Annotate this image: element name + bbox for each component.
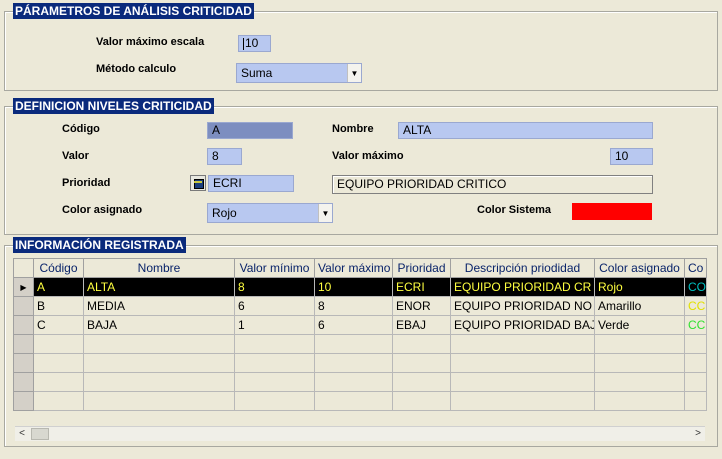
table-row-empty[interactable] bbox=[13, 391, 707, 411]
table-row[interactable]: ▶ A ALTA 8 10 ECRI EQUIPO PRIORIDAD CR R… bbox=[13, 277, 707, 297]
corner-cell bbox=[13, 258, 34, 278]
max-scale-input[interactable]: 10 bbox=[238, 35, 271, 52]
scroll-left-icon[interactable]: < bbox=[15, 427, 29, 441]
col-header-desc[interactable]: Descripción priodidad bbox=[450, 258, 595, 278]
col-header-color[interactable]: Color asignado bbox=[594, 258, 685, 278]
chevron-down-icon[interactable]: ▼ bbox=[318, 204, 332, 222]
horizontal-scrollbar[interactable]: < > bbox=[15, 426, 705, 441]
registry-legend: INFORMACIÓN REGISTRADA bbox=[13, 237, 186, 253]
code-label: Código bbox=[62, 123, 100, 135]
table-row[interactable]: B MEDIA 6 8 ENOR EQUIPO PRIORIDAD NO Ama… bbox=[13, 296, 707, 316]
col-header-max[interactable]: Valor máximo bbox=[314, 258, 393, 278]
table-row-empty[interactable] bbox=[13, 334, 707, 354]
color-select[interactable]: Rojo ▼ bbox=[207, 203, 333, 223]
chevron-down-icon[interactable]: ▼ bbox=[347, 64, 361, 82]
system-color-swatch[interactable] bbox=[572, 203, 652, 220]
max-value-label: Valor máximo bbox=[332, 150, 404, 162]
lookup-icon[interactable] bbox=[190, 175, 206, 191]
registry-table: Código Nombre Valor mínimo Valor máximo … bbox=[13, 258, 707, 411]
color-label: Color asignado bbox=[62, 204, 143, 216]
scroll-thumb[interactable] bbox=[31, 428, 49, 440]
priority-input[interactable]: ECRI bbox=[208, 175, 294, 192]
max-scale-label: Valor máximo escala bbox=[96, 36, 205, 48]
col-header-co[interactable]: Co bbox=[684, 258, 707, 278]
col-header-name[interactable]: Nombre bbox=[83, 258, 235, 278]
co-cell: CC bbox=[684, 296, 707, 316]
value-label: Valor bbox=[62, 150, 89, 162]
row-pointer-icon[interactable]: ▶ bbox=[13, 277, 34, 297]
method-label: Método calculo bbox=[96, 63, 177, 75]
scroll-right-icon[interactable]: > bbox=[691, 427, 705, 441]
max-value-input[interactable]: 10 bbox=[610, 148, 653, 165]
code-input[interactable]: A bbox=[207, 122, 293, 139]
params-legend: PÁRAMETROS DE ANÁLISIS CRITICIDAD bbox=[13, 3, 254, 19]
table-row-empty[interactable] bbox=[13, 372, 707, 392]
col-header-priority[interactable]: Prioridad bbox=[392, 258, 451, 278]
system-color-label: Color Sistema bbox=[477, 204, 551, 216]
co-cell: CO bbox=[684, 277, 707, 297]
priority-desc: EQUIPO PRIORIDAD CRITICO bbox=[332, 175, 653, 194]
priority-label: Prioridad bbox=[62, 177, 111, 189]
co-cell: CC bbox=[684, 315, 707, 335]
method-select[interactable]: Suma ▼ bbox=[236, 63, 362, 83]
name-input[interactable]: ALTA bbox=[398, 122, 653, 139]
col-header-code[interactable]: Código bbox=[33, 258, 84, 278]
table-header: Código Nombre Valor mínimo Valor máximo … bbox=[13, 258, 707, 278]
col-header-min[interactable]: Valor mínimo bbox=[234, 258, 315, 278]
table-row-empty[interactable] bbox=[13, 353, 707, 373]
table-row[interactable]: C BAJA 1 6 EBAJ EQUIPO PRIORIDAD BAJ Ver… bbox=[13, 315, 707, 335]
levels-legend: DEFINICION NIVELES CRITICIDAD bbox=[13, 98, 214, 114]
name-label: Nombre bbox=[332, 123, 374, 135]
value-input[interactable]: 8 bbox=[207, 148, 242, 165]
